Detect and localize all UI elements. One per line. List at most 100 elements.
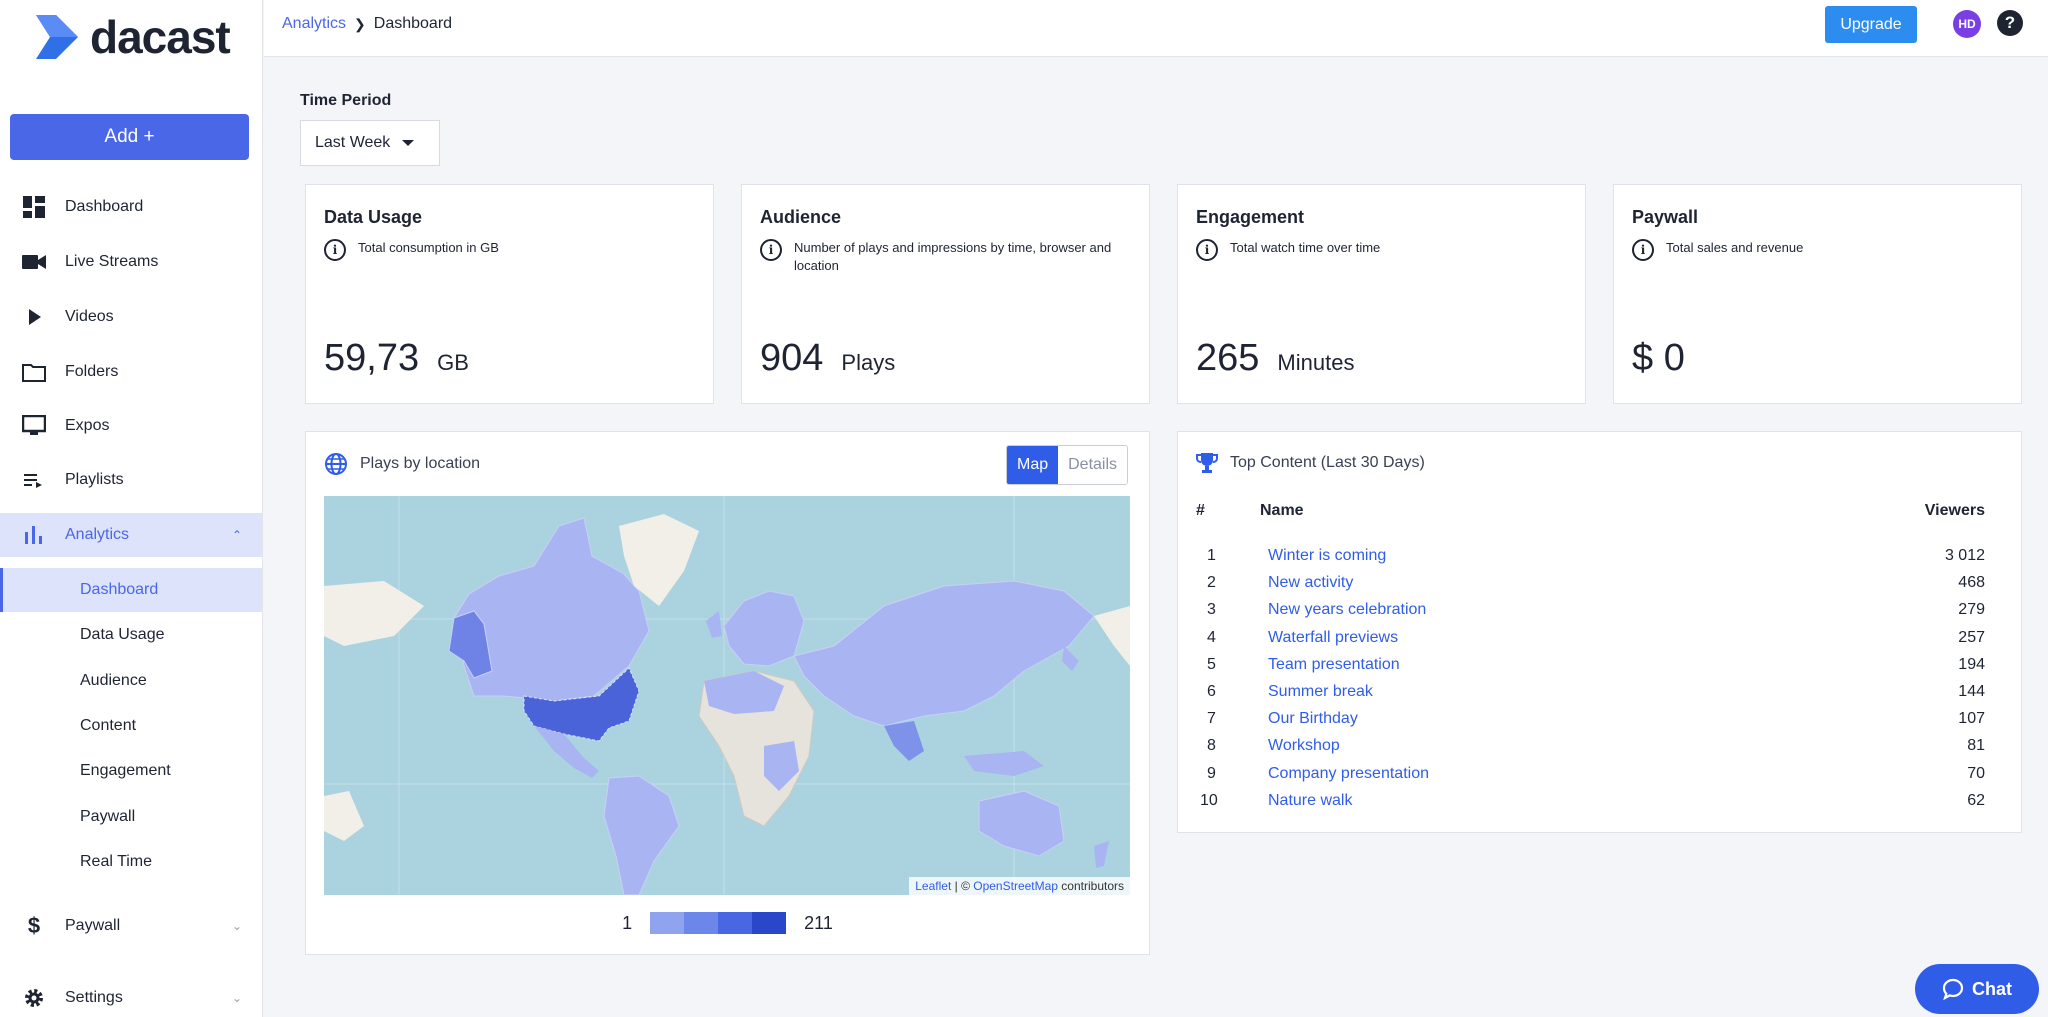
card-title: Engagement: [1196, 207, 1305, 227]
legend-swatch: [684, 912, 719, 934]
card-description: i Total sales and revenue: [1632, 239, 2003, 261]
time-period-value: Last Week: [315, 134, 391, 151]
attribution-tail: contributors: [1057, 879, 1124, 893]
table-row: 10 Nature walk 62: [1196, 792, 1985, 819]
table-row: 8 Workshop 81: [1196, 737, 1985, 764]
sidebar-item-analytics[interactable]: Analytics ⌃: [0, 513, 262, 557]
tab-map[interactable]: Map: [1007, 446, 1059, 484]
stat-unit: GB: [437, 350, 469, 375]
engagement-card[interactable]: Engagement i Total watch time over time …: [1177, 184, 1586, 404]
data-usage-card[interactable]: Data Usage i Total consumption in GB 59,…: [305, 184, 714, 404]
card-description-text: Number of plays and impressions by time,…: [794, 240, 1112, 273]
row-viewers: 144: [1958, 683, 1985, 700]
tab-details[interactable]: Details: [1058, 446, 1128, 484]
trophy-icon: [1196, 452, 1218, 474]
panel-title: Top Content (Last 30 Days): [1230, 454, 1425, 471]
sidebar-subitem-data-usage[interactable]: Data Usage: [0, 613, 262, 657]
play-icon: [22, 305, 46, 329]
card-title: Audience: [760, 207, 842, 227]
dollar-icon: $: [27, 913, 41, 938]
sidebar-item-dashboard[interactable]: Dashboard: [0, 185, 262, 229]
top-bar: Analytics ❯ Dashboard Upgrade HD ?: [264, 0, 2048, 57]
time-period-label: Time Period: [300, 92, 392, 109]
bar-chart-icon: [22, 523, 46, 547]
openstreetmap-link[interactable]: OpenStreetMap: [973, 879, 1058, 893]
upgrade-button[interactable]: Upgrade: [1825, 6, 1917, 43]
add-button[interactable]: Add +: [10, 114, 249, 160]
table-header: # Name Viewers: [1196, 502, 1985, 522]
sidebar-subitem-content[interactable]: Content: [0, 704, 262, 748]
sidebar-subitem-paywall[interactable]: Paywall: [0, 795, 262, 839]
content-link[interactable]: New activity: [1268, 574, 1353, 592]
card-value: 265 Minutes: [1196, 337, 1354, 380]
info-icon[interactable]: i: [1632, 239, 1654, 261]
avatar[interactable]: HD: [1953, 10, 1981, 38]
chat-button[interactable]: Chat: [1915, 964, 2039, 1014]
dacast-logo[interactable]: dacast: [36, 11, 231, 63]
row-number: 1: [1207, 547, 1216, 564]
row-number: 7: [1207, 710, 1216, 727]
card-description-text: Total consumption in GB: [358, 240, 499, 255]
content-link[interactable]: Team presentation: [1268, 656, 1400, 674]
table-row: 4 Waterfall previews 257: [1196, 629, 1985, 656]
row-number: 8: [1207, 737, 1216, 754]
card-value: 904 Plays: [760, 337, 895, 380]
breadcrumb-current: Dashboard: [373, 15, 453, 32]
playlist-icon: [22, 468, 46, 492]
sidebar-subitem-real-time[interactable]: Real Time: [0, 840, 262, 884]
chat-bubble-icon: [1942, 978, 1964, 1000]
world-map-graphic: [324, 496, 1130, 895]
legend-swatch: [718, 912, 753, 934]
content-link[interactable]: Winter is coming: [1268, 547, 1386, 565]
logo-text: dacast: [90, 11, 231, 63]
row-viewers: 107: [1958, 710, 1985, 727]
breadcrumb: Analytics ❯ Dashboard: [282, 15, 452, 33]
row-viewers: 257: [1958, 629, 1985, 646]
legend-max: 211: [804, 912, 833, 933]
sidebar-subitem-label: Paywall: [80, 808, 136, 825]
sidebar-item-playlists[interactable]: Playlists: [0, 458, 262, 502]
content-link[interactable]: Our Birthday: [1268, 710, 1358, 728]
help-icon[interactable]: ?: [1997, 10, 2023, 36]
legend-swatch: [650, 912, 685, 934]
content-link[interactable]: New years celebration: [1268, 601, 1426, 619]
card-description: i Number of plays and impressions by tim…: [760, 239, 1131, 275]
card-title: Data Usage: [324, 207, 423, 227]
dashboard-icon: [22, 195, 46, 219]
column-header-number: #: [1196, 502, 1205, 519]
info-icon[interactable]: i: [1196, 239, 1218, 261]
sidebar-subitem-audience[interactable]: Audience: [0, 659, 262, 703]
info-icon[interactable]: i: [324, 239, 346, 261]
folder-icon: [22, 360, 46, 384]
sidebar-item-folders[interactable]: Folders: [0, 350, 262, 394]
paywall-card[interactable]: Paywall i Total sales and revenue $ 0: [1613, 184, 2022, 404]
legend-swatch: [752, 912, 787, 934]
breadcrumb-analytics-link[interactable]: Analytics: [282, 15, 346, 33]
time-period-dropdown[interactable]: Last Week: [300, 120, 440, 166]
legend-min: 1: [622, 912, 633, 933]
sidebar-subitem-engagement[interactable]: Engagement: [0, 749, 262, 793]
info-icon[interactable]: i: [760, 239, 782, 261]
sidebar-item-settings[interactable]: Settings ⌄: [0, 976, 262, 1017]
chevron-right-icon: ❯: [354, 15, 366, 32]
caret-down-icon: [402, 140, 415, 146]
content-link[interactable]: Summer break: [1268, 683, 1373, 701]
row-number: 2: [1207, 574, 1216, 591]
sidebar-item-videos[interactable]: Videos: [0, 295, 262, 339]
sidebar-item-live-streams[interactable]: Live Streams: [0, 240, 262, 284]
globe-icon: [324, 452, 348, 476]
sidebar-item-expos[interactable]: Expos: [0, 404, 262, 448]
content-link[interactable]: Workshop: [1268, 737, 1340, 755]
sidebar-subitem-dashboard[interactable]: Dashboard: [0, 568, 262, 612]
content-link[interactable]: Nature walk: [1268, 792, 1352, 810]
audience-card[interactable]: Audience i Number of plays and impressio…: [741, 184, 1150, 404]
attribution-separator: | ©: [951, 879, 974, 893]
map-attribution: Leaflet | © OpenStreetMap contributors: [909, 877, 1130, 895]
leaflet-link[interactable]: Leaflet: [915, 879, 951, 893]
content-link[interactable]: Waterfall previews: [1268, 629, 1398, 647]
world-map[interactable]: Leaflet | © OpenStreetMap contributors: [324, 496, 1130, 895]
sidebar-item-paywall[interactable]: $ Paywall ⌄: [0, 904, 262, 948]
monitor-icon: [22, 414, 46, 438]
sidebar-subitem-label: Dashboard: [80, 581, 159, 598]
content-link[interactable]: Company presentation: [1268, 765, 1429, 783]
